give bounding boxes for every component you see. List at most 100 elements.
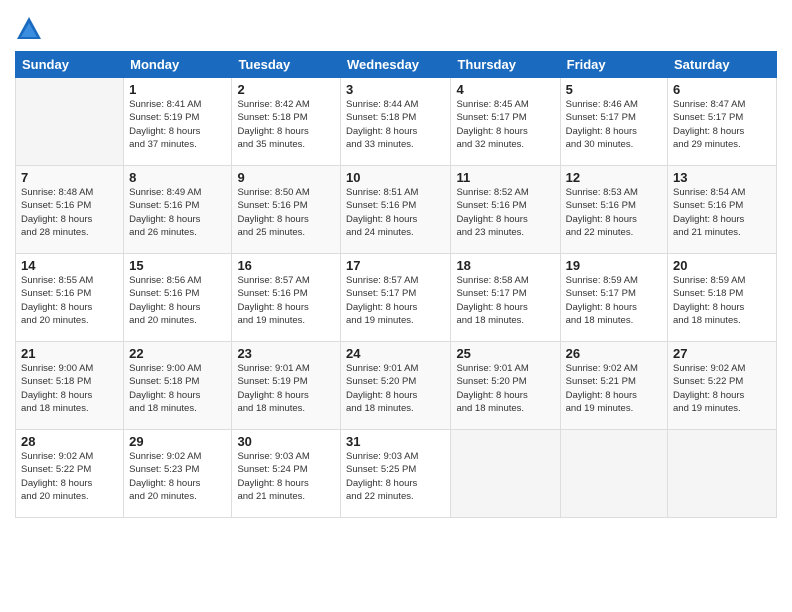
day-number: 27 [673,346,771,361]
day-info: Sunrise: 8:41 AM Sunset: 5:19 PM Dayligh… [129,98,226,151]
day-info: Sunrise: 8:46 AM Sunset: 5:17 PM Dayligh… [566,98,662,151]
day-number: 28 [21,434,118,449]
day-info: Sunrise: 8:51 AM Sunset: 5:16 PM Dayligh… [346,186,445,239]
calendar-cell: 25Sunrise: 9:01 AM Sunset: 5:20 PM Dayli… [451,342,560,430]
day-info: Sunrise: 9:02 AM Sunset: 5:21 PM Dayligh… [566,362,662,415]
day-number: 2 [237,82,335,97]
day-number: 14 [21,258,118,273]
calendar-header-monday: Monday [124,52,232,78]
day-info: Sunrise: 9:01 AM Sunset: 5:20 PM Dayligh… [456,362,554,415]
calendar-cell [560,430,667,518]
calendar-week-1: 1Sunrise: 8:41 AM Sunset: 5:19 PM Daylig… [16,78,777,166]
calendar-cell: 27Sunrise: 9:02 AM Sunset: 5:22 PM Dayli… [668,342,777,430]
calendar-cell [451,430,560,518]
day-info: Sunrise: 8:55 AM Sunset: 5:16 PM Dayligh… [21,274,118,327]
calendar-cell: 4Sunrise: 8:45 AM Sunset: 5:17 PM Daylig… [451,78,560,166]
day-info: Sunrise: 8:52 AM Sunset: 5:16 PM Dayligh… [456,186,554,239]
day-info: Sunrise: 8:47 AM Sunset: 5:17 PM Dayligh… [673,98,771,151]
day-info: Sunrise: 9:01 AM Sunset: 5:19 PM Dayligh… [237,362,335,415]
calendar-week-2: 7Sunrise: 8:48 AM Sunset: 5:16 PM Daylig… [16,166,777,254]
day-number: 31 [346,434,445,449]
calendar-cell: 10Sunrise: 8:51 AM Sunset: 5:16 PM Dayli… [341,166,451,254]
day-number: 4 [456,82,554,97]
calendar-cell: 14Sunrise: 8:55 AM Sunset: 5:16 PM Dayli… [16,254,124,342]
calendar-cell: 16Sunrise: 8:57 AM Sunset: 5:16 PM Dayli… [232,254,341,342]
page-container: SundayMondayTuesdayWednesdayThursdayFrid… [0,0,792,528]
day-info: Sunrise: 9:03 AM Sunset: 5:25 PM Dayligh… [346,450,445,503]
calendar-cell: 15Sunrise: 8:56 AM Sunset: 5:16 PM Dayli… [124,254,232,342]
day-info: Sunrise: 9:01 AM Sunset: 5:20 PM Dayligh… [346,362,445,415]
calendar-cell [668,430,777,518]
calendar-cell: 2Sunrise: 8:42 AM Sunset: 5:18 PM Daylig… [232,78,341,166]
calendar-cell: 1Sunrise: 8:41 AM Sunset: 5:19 PM Daylig… [124,78,232,166]
calendar-week-5: 28Sunrise: 9:02 AM Sunset: 5:22 PM Dayli… [16,430,777,518]
calendar-header-thursday: Thursday [451,52,560,78]
calendar-cell: 5Sunrise: 8:46 AM Sunset: 5:17 PM Daylig… [560,78,667,166]
day-number: 21 [21,346,118,361]
calendar-header-sunday: Sunday [16,52,124,78]
calendar-cell: 17Sunrise: 8:57 AM Sunset: 5:17 PM Dayli… [341,254,451,342]
calendar-table: SundayMondayTuesdayWednesdayThursdayFrid… [15,51,777,518]
day-number: 25 [456,346,554,361]
calendar-cell: 31Sunrise: 9:03 AM Sunset: 5:25 PM Dayli… [341,430,451,518]
day-info: Sunrise: 9:02 AM Sunset: 5:23 PM Dayligh… [129,450,226,503]
calendar-cell: 28Sunrise: 9:02 AM Sunset: 5:22 PM Dayli… [16,430,124,518]
day-info: Sunrise: 9:03 AM Sunset: 5:24 PM Dayligh… [237,450,335,503]
calendar-cell [16,78,124,166]
day-number: 16 [237,258,335,273]
calendar-cell: 30Sunrise: 9:03 AM Sunset: 5:24 PM Dayli… [232,430,341,518]
calendar-cell: 9Sunrise: 8:50 AM Sunset: 5:16 PM Daylig… [232,166,341,254]
calendar-cell: 22Sunrise: 9:00 AM Sunset: 5:18 PM Dayli… [124,342,232,430]
day-info: Sunrise: 8:56 AM Sunset: 5:16 PM Dayligh… [129,274,226,327]
day-number: 17 [346,258,445,273]
day-info: Sunrise: 8:57 AM Sunset: 5:16 PM Dayligh… [237,274,335,327]
day-number: 20 [673,258,771,273]
calendar-cell: 3Sunrise: 8:44 AM Sunset: 5:18 PM Daylig… [341,78,451,166]
day-number: 7 [21,170,118,185]
calendar-cell: 6Sunrise: 8:47 AM Sunset: 5:17 PM Daylig… [668,78,777,166]
day-number: 30 [237,434,335,449]
day-info: Sunrise: 9:02 AM Sunset: 5:22 PM Dayligh… [673,362,771,415]
day-number: 29 [129,434,226,449]
day-number: 12 [566,170,662,185]
day-number: 18 [456,258,554,273]
calendar-cell: 8Sunrise: 8:49 AM Sunset: 5:16 PM Daylig… [124,166,232,254]
day-number: 5 [566,82,662,97]
header [15,10,777,43]
calendar-header-friday: Friday [560,52,667,78]
calendar-header-wednesday: Wednesday [341,52,451,78]
day-number: 24 [346,346,445,361]
day-info: Sunrise: 8:54 AM Sunset: 5:16 PM Dayligh… [673,186,771,239]
calendar-cell: 24Sunrise: 9:01 AM Sunset: 5:20 PM Dayli… [341,342,451,430]
calendar-cell: 23Sunrise: 9:01 AM Sunset: 5:19 PM Dayli… [232,342,341,430]
calendar-cell: 26Sunrise: 9:02 AM Sunset: 5:21 PM Dayli… [560,342,667,430]
calendar-week-4: 21Sunrise: 9:00 AM Sunset: 5:18 PM Dayli… [16,342,777,430]
logo [15,15,47,43]
calendar-week-3: 14Sunrise: 8:55 AM Sunset: 5:16 PM Dayli… [16,254,777,342]
day-number: 6 [673,82,771,97]
day-number: 3 [346,82,445,97]
day-number: 19 [566,258,662,273]
day-info: Sunrise: 8:58 AM Sunset: 5:17 PM Dayligh… [456,274,554,327]
logo-icon [15,15,43,43]
calendar-cell: 20Sunrise: 8:59 AM Sunset: 5:18 PM Dayli… [668,254,777,342]
day-info: Sunrise: 9:00 AM Sunset: 5:18 PM Dayligh… [21,362,118,415]
day-info: Sunrise: 8:45 AM Sunset: 5:17 PM Dayligh… [456,98,554,151]
calendar-cell: 21Sunrise: 9:00 AM Sunset: 5:18 PM Dayli… [16,342,124,430]
day-info: Sunrise: 8:49 AM Sunset: 5:16 PM Dayligh… [129,186,226,239]
day-number: 13 [673,170,771,185]
day-info: Sunrise: 8:42 AM Sunset: 5:18 PM Dayligh… [237,98,335,151]
day-info: Sunrise: 9:00 AM Sunset: 5:18 PM Dayligh… [129,362,226,415]
day-number: 9 [237,170,335,185]
calendar-header-tuesday: Tuesday [232,52,341,78]
day-info: Sunrise: 8:44 AM Sunset: 5:18 PM Dayligh… [346,98,445,151]
calendar-cell: 7Sunrise: 8:48 AM Sunset: 5:16 PM Daylig… [16,166,124,254]
calendar-cell: 19Sunrise: 8:59 AM Sunset: 5:17 PM Dayli… [560,254,667,342]
calendar-header-saturday: Saturday [668,52,777,78]
day-number: 15 [129,258,226,273]
day-number: 23 [237,346,335,361]
day-number: 1 [129,82,226,97]
day-info: Sunrise: 8:59 AM Sunset: 5:18 PM Dayligh… [673,274,771,327]
calendar-header-row: SundayMondayTuesdayWednesdayThursdayFrid… [16,52,777,78]
day-info: Sunrise: 8:59 AM Sunset: 5:17 PM Dayligh… [566,274,662,327]
